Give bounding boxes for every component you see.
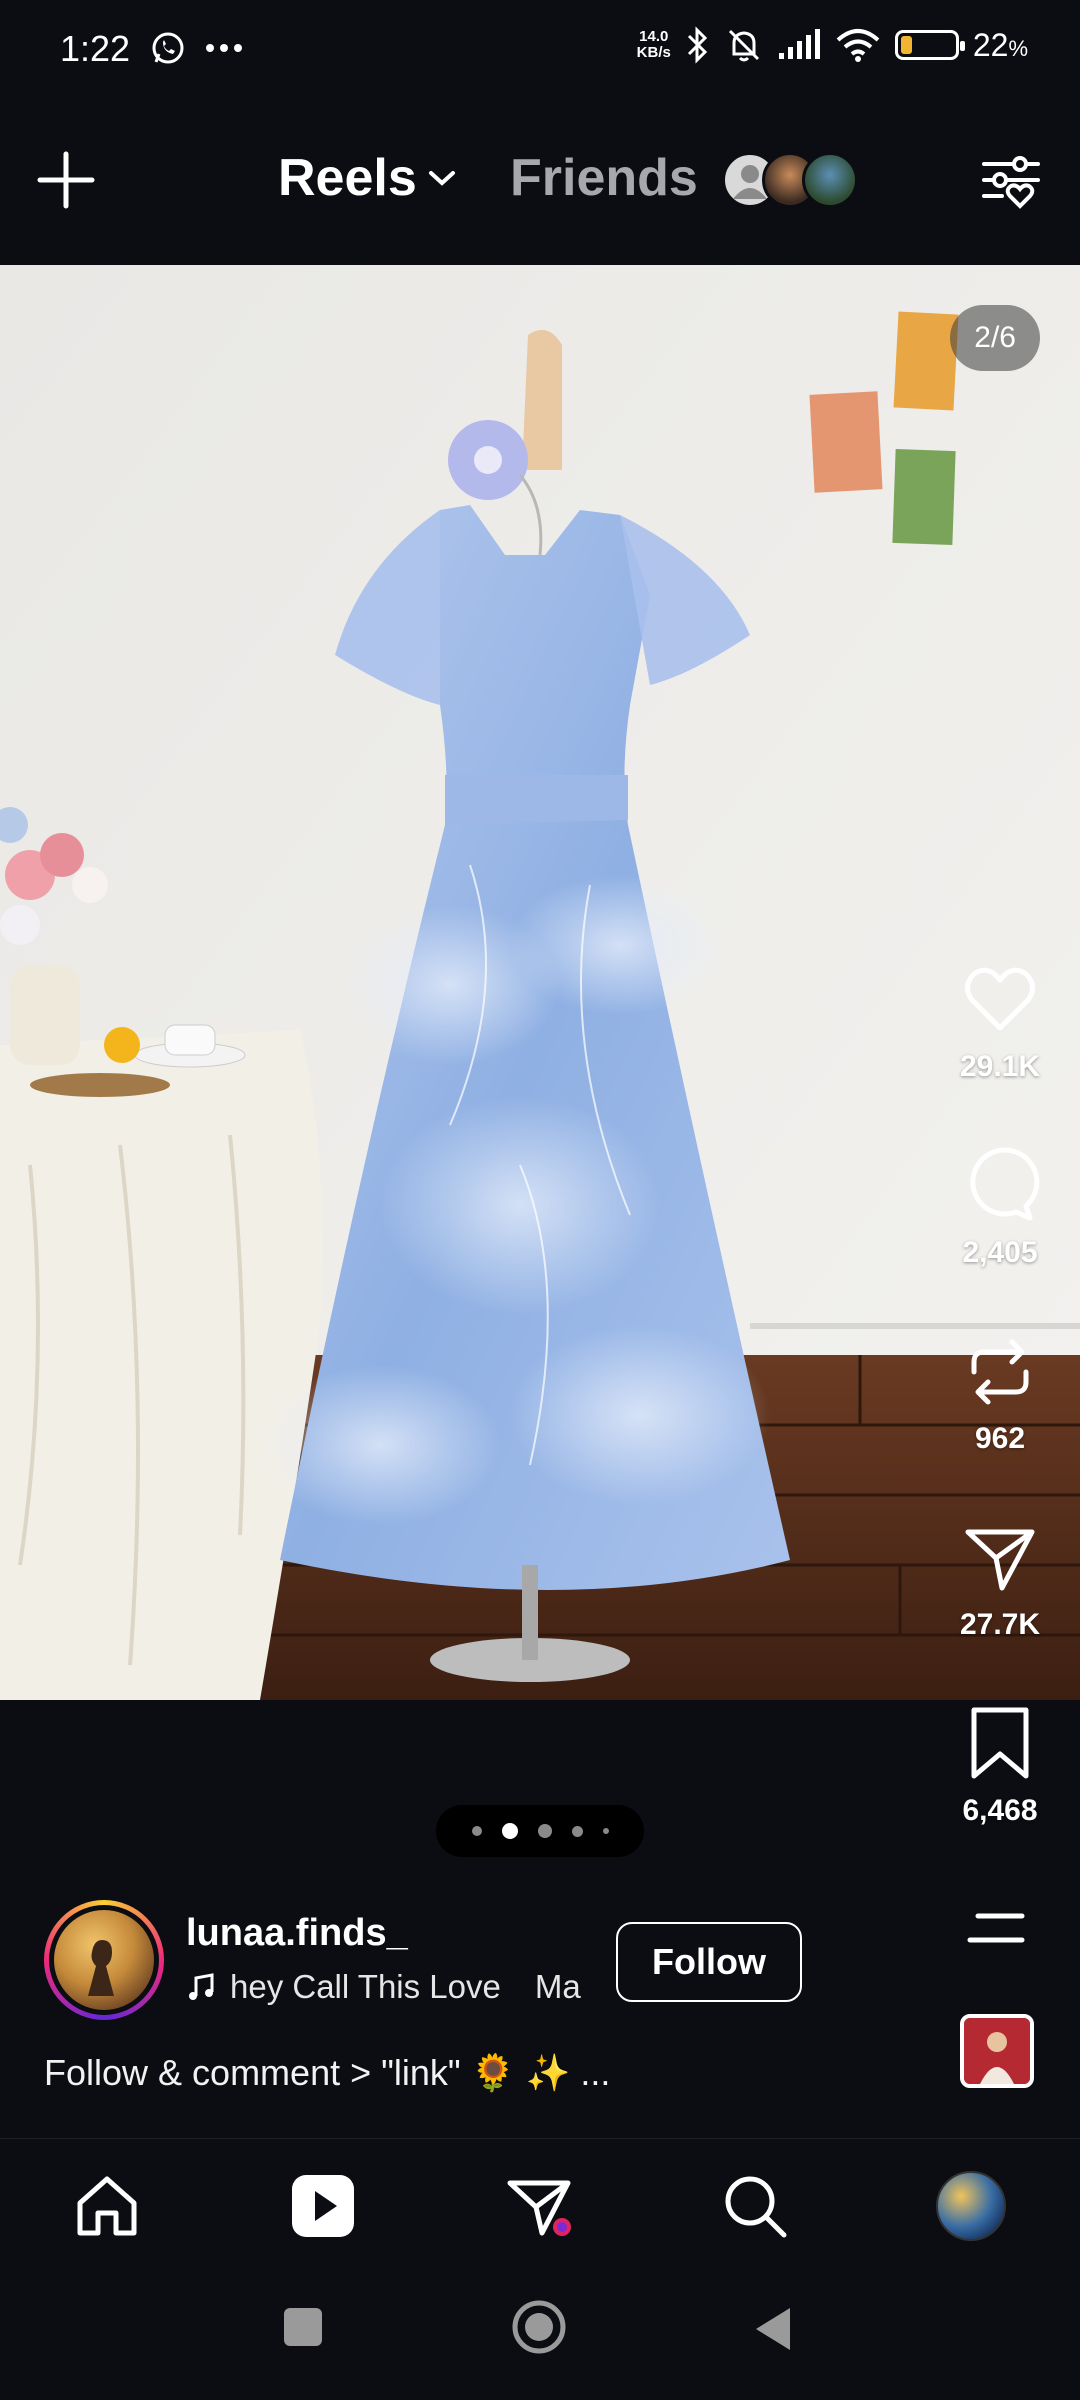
heart-icon[interactable] bbox=[960, 960, 1040, 1040]
friend-avatar-3 bbox=[802, 152, 858, 208]
profile-avatar[interactable] bbox=[936, 2171, 1006, 2241]
tab-friends[interactable]: Friends bbox=[510, 148, 698, 208]
friend-avatars[interactable] bbox=[722, 152, 862, 210]
like-action[interactable]: 29.1K bbox=[920, 960, 1080, 1084]
comment-icon[interactable] bbox=[960, 1146, 1040, 1226]
battery-icon bbox=[894, 30, 965, 60]
home-icon[interactable] bbox=[72, 2171, 142, 2241]
more-dots-icon bbox=[206, 44, 242, 52]
music-title: hey Call This Love bbox=[230, 1968, 501, 2005]
send-icon[interactable] bbox=[960, 1518, 1040, 1598]
bottom-nav bbox=[0, 2138, 1080, 2268]
signal-icon bbox=[778, 29, 820, 59]
tab-reels-label: Reels bbox=[278, 149, 417, 207]
bluetooth-icon bbox=[687, 26, 707, 64]
system-nav-bar bbox=[0, 2268, 1080, 2400]
post-caption[interactable]: Follow & comment > "link" 🌻 ✨ ... bbox=[44, 2052, 610, 2094]
music-note-icon bbox=[189, 1973, 214, 2000]
follow-button[interactable]: Follow bbox=[616, 1922, 802, 2002]
back-button-icon[interactable] bbox=[752, 2306, 792, 2352]
comment-action[interactable]: 2,405 bbox=[920, 1146, 1080, 1270]
bell-muted-icon bbox=[728, 29, 759, 62]
reel-media[interactable]: 2/6 bbox=[0, 265, 1080, 1700]
status-bar: 1:22 14.0 KB/s 22% bbox=[0, 0, 1080, 100]
battery-level bbox=[900, 36, 912, 54]
save-count: 6,468 bbox=[962, 1794, 1038, 1827]
heart-sliders-icon[interactable] bbox=[980, 150, 1042, 210]
net-speed: 14.0 KB/s bbox=[637, 29, 671, 61]
avatar-figure bbox=[88, 1940, 114, 1996]
battery-percent-value: 22 bbox=[972, 26, 1009, 63]
repost-count: 962 bbox=[974, 1422, 1026, 1455]
menu-icon[interactable] bbox=[966, 1908, 1030, 1948]
chevron-down-icon bbox=[428, 171, 455, 186]
status-time: 1:22 bbox=[60, 28, 131, 69]
media-counter: 2/6 bbox=[950, 305, 1040, 371]
save-action[interactable]: 6,468 bbox=[920, 1704, 1080, 1828]
carousel-pager bbox=[436, 1805, 644, 1857]
comment-count: 2,405 bbox=[962, 1236, 1038, 1269]
repost-action[interactable]: 962 bbox=[920, 1332, 1080, 1456]
status-right: 14.0 KB/s 22% bbox=[637, 26, 1028, 64]
plus-icon[interactable] bbox=[36, 150, 96, 210]
status-left-icons bbox=[150, 30, 244, 66]
music-artist: Ma bbox=[534, 1968, 581, 2005]
pager-dot bbox=[537, 1824, 552, 1838]
direct-messages-icon[interactable] bbox=[504, 2171, 574, 2241]
wifi-icon bbox=[836, 29, 880, 62]
bookmark-icon[interactable] bbox=[960, 1704, 1040, 1784]
battery-percent-symbol: % bbox=[1008, 35, 1028, 61]
recents-button-icon[interactable] bbox=[282, 2306, 324, 2348]
repost-icon[interactable] bbox=[960, 1332, 1040, 1412]
pager-dot bbox=[471, 1826, 482, 1836]
pager-dot bbox=[571, 1825, 583, 1837]
share-count: 27.7K bbox=[959, 1608, 1041, 1641]
reels-header: Reels Friends bbox=[0, 100, 1080, 265]
whatsapp-icon bbox=[152, 32, 184, 64]
share-action[interactable]: 27.7K bbox=[920, 1518, 1080, 1642]
battery-percent: 22% bbox=[973, 27, 1028, 64]
search-icon[interactable] bbox=[720, 2171, 790, 2241]
author-avatar-image bbox=[49, 1905, 159, 2015]
tab-reels[interactable]: Reels bbox=[278, 148, 457, 208]
home-button-icon[interactable] bbox=[510, 2298, 568, 2356]
author-avatar[interactable] bbox=[44, 1900, 164, 2020]
pager-dot bbox=[602, 1828, 609, 1834]
audio-thumbnail-image bbox=[964, 2018, 1030, 2084]
audio-thumbnail[interactable] bbox=[960, 2014, 1034, 2088]
author-username[interactable]: lunaa.finds_ bbox=[186, 1912, 408, 1955]
net-speed-unit: KB/s bbox=[636, 44, 671, 61]
reels-icon[interactable] bbox=[288, 2171, 358, 2241]
dress-photo bbox=[0, 265, 1080, 1700]
pager-dot-active bbox=[501, 1823, 518, 1839]
like-count: 29.1K bbox=[959, 1050, 1041, 1083]
music-info[interactable]: hey Call This Love Ma bbox=[186, 1968, 581, 2006]
net-speed-value: 14.0 bbox=[639, 28, 669, 45]
